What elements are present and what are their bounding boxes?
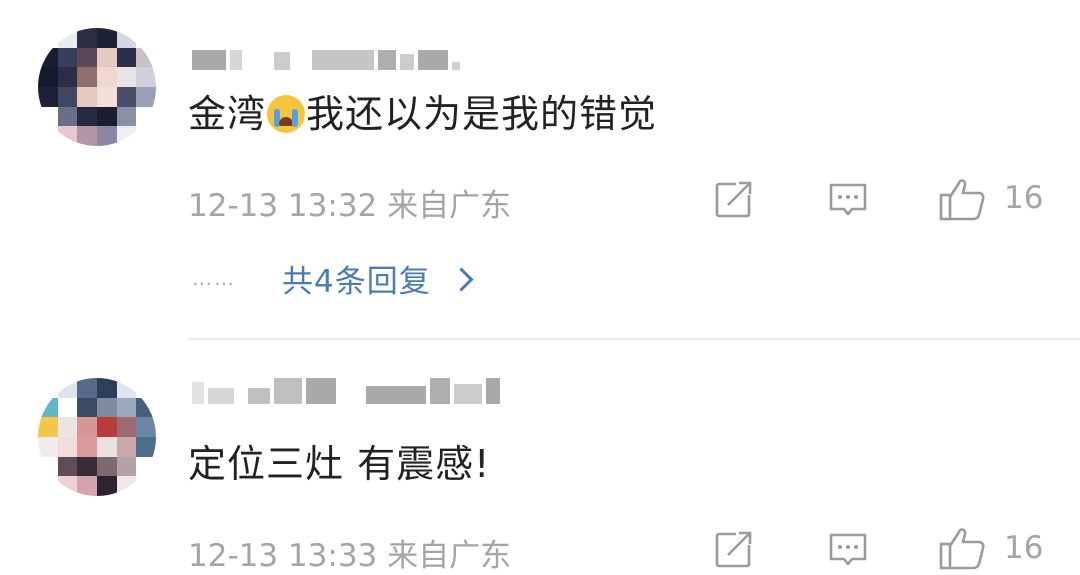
username-redacted[interactable]	[192, 44, 460, 70]
comment-icon[interactable]	[828, 179, 868, 219]
thumbs-up-icon[interactable]	[938, 524, 986, 572]
like-count: 16	[1004, 530, 1044, 566]
comment-icon[interactable]	[828, 529, 868, 569]
replies-row[interactable]: …… 共4条回复	[192, 256, 474, 301]
comment-text-part: 我还以为是我的错觉	[306, 92, 658, 136]
share-icon[interactable]	[714, 179, 754, 219]
comment-item: 定位三灶 有震感! 12-13 13:33 来自广东 16	[0, 340, 1080, 574]
comment-item: 金湾 我还以为是我的错觉 12-13 13:32 来自广东 16 …… 共4条回复	[0, 0, 1080, 338]
thumbs-up-icon[interactable]	[938, 175, 986, 223]
comment-meta: 12-13 13:33 来自广东	[188, 538, 512, 574]
crying-face-emoji-icon	[267, 95, 306, 133]
share-icon[interactable]	[714, 529, 754, 569]
comment-text-part: 金湾	[188, 92, 267, 136]
comment-text: 金湾 我还以为是我的错觉	[188, 90, 657, 138]
chevron-right-icon	[449, 266, 474, 292]
avatar[interactable]	[38, 28, 156, 146]
username-redacted[interactable]	[192, 378, 500, 404]
view-replies-link[interactable]: 共4条回复	[282, 256, 431, 301]
comment-meta: 12-13 13:32 来自广东	[188, 188, 512, 224]
like-count: 16	[1004, 180, 1044, 216]
replies-dots: ……	[192, 266, 236, 290]
comment-text: 定位三灶 有震感!	[188, 442, 491, 486]
avatar[interactable]	[38, 378, 156, 496]
